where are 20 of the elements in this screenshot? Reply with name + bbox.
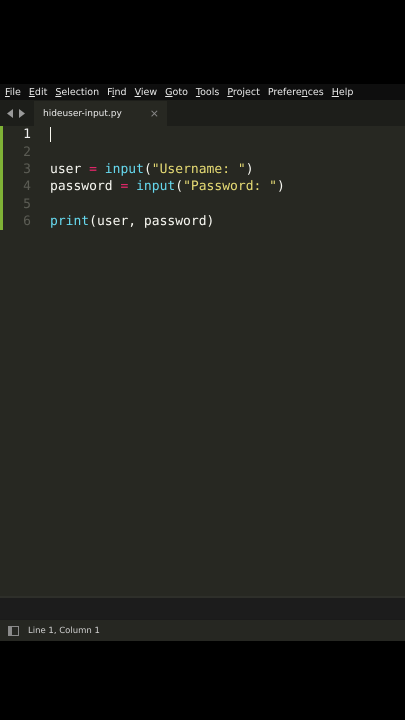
text-cursor (50, 127, 51, 142)
sidebar-toggle-icon[interactable] (8, 626, 19, 636)
menu-item[interactable]: File (5, 86, 21, 98)
menu-item[interactable]: Preferences (268, 86, 324, 98)
menu-item[interactable]: Goto (165, 86, 188, 98)
menu-item[interactable]: Project (227, 86, 260, 98)
code-line: user = input("Username: ") (50, 162, 254, 177)
code-line: print(user, password) (50, 214, 214, 230)
cursor-position: Line 1, Column 1 (28, 626, 100, 636)
close-icon[interactable]: × (150, 107, 159, 120)
code-line: password = input("Password: ") (50, 179, 285, 194)
menu-item[interactable]: Selection (55, 86, 100, 98)
menu-item[interactable]: View (134, 86, 158, 98)
menu-item[interactable]: Edit (28, 86, 48, 98)
line-number: 1 (22, 127, 31, 142)
file-tab[interactable]: hideuser-input.py × (34, 101, 167, 126)
menu-item[interactable]: Help (332, 86, 354, 98)
menu-item[interactable]: Find (107, 86, 127, 98)
tab-navigation-icon[interactable] (7, 108, 25, 118)
menu-item[interactable]: Tools (196, 86, 220, 98)
